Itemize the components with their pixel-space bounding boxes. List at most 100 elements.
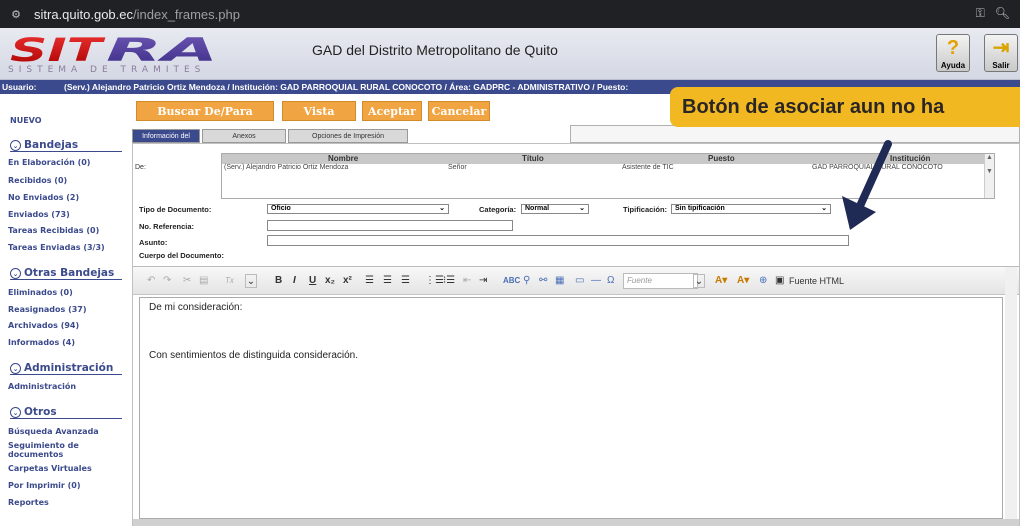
- table-scrollbar[interactable]: ▲ ▼: [984, 154, 994, 198]
- tipo-documento-label: Tipo de Documento:: [139, 205, 212, 214]
- cell-titulo: Señor: [448, 164, 467, 171]
- referencia-label: No. Referencia:: [139, 222, 195, 231]
- align-right-icon[interactable]: ☰: [401, 274, 410, 288]
- undo-icon[interactable]: ↶: [147, 274, 155, 288]
- sidebar-item-enviados[interactable]: Enviados (73): [8, 210, 128, 219]
- help-button[interactable]: ? Ayuda: [936, 34, 970, 72]
- zoom-icon[interactable]: 🔍︎: [995, 6, 1010, 21]
- sidebar-item-reportes[interactable]: Reportes: [8, 498, 128, 507]
- sidebar-item-seguimiento[interactable]: Seguimiento de documentos: [8, 441, 108, 459]
- table-icon[interactable]: ▭: [575, 274, 584, 288]
- sidebar-item-no-enviados[interactable]: No Enviados (2): [8, 193, 128, 202]
- document-tabs: Información del Docu Anexos Opciones de …: [132, 129, 572, 154]
- editor-line-closing: Con sentimientos de distinguida consider…: [149, 350, 359, 361]
- user-label: Usuario:: [2, 82, 37, 92]
- spellcheck-icon[interactable]: ABC: [503, 274, 520, 288]
- sidebar-item-recibidos[interactable]: Recibidos (0): [8, 176, 128, 185]
- horizontal-line-icon[interactable]: —: [591, 274, 601, 288]
- underline-icon[interactable]: U: [309, 274, 316, 288]
- aceptar-button[interactable]: Aceptar: [362, 101, 422, 121]
- rich-text-editor: ↶ ↷ ✂ ▤ Tx ⌄ B I U x₂ x² ☰ ☰ ☰ ⋮☰ ⁝☰ ⇤ ⇥…: [133, 266, 1019, 526]
- svg-text:RA: RA: [106, 34, 218, 64]
- source-icon[interactable]: ▣: [775, 274, 784, 288]
- editor-resize-bar[interactable]: [133, 519, 1019, 526]
- superscript-icon[interactable]: x²: [343, 274, 352, 288]
- svg-text:SIT: SIT: [10, 34, 106, 64]
- site-settings-icon[interactable]: ⚙: [8, 6, 24, 22]
- tipo-documento-select[interactable]: Oficio ⌄: [267, 204, 449, 214]
- source-html-button[interactable]: Fuente HTML: [789, 274, 844, 288]
- cut-icon[interactable]: ✂: [183, 274, 191, 288]
- align-left-icon[interactable]: ☰: [365, 274, 374, 288]
- sidebar-item-tareas-recibidas[interactable]: Tareas Recibidas (0): [8, 226, 128, 235]
- font-placeholder: Fuente: [627, 276, 652, 285]
- tab-opciones-impresion[interactable]: Opciones de Impresión: [288, 129, 408, 143]
- outdent-icon[interactable]: ⇤: [463, 274, 471, 288]
- page-title: GAD del Distrito Metropolitano de Quito: [312, 42, 558, 58]
- sidebar-item-en-elaboracion[interactable]: En Elaboración (0): [8, 158, 128, 167]
- new-document-link[interactable]: NUEVO: [10, 116, 42, 125]
- tipificacion-select[interactable]: Sin tipificación ⌄: [671, 204, 831, 214]
- sidebar-item-informados[interactable]: Informados (4): [8, 338, 128, 347]
- editor-line-greeting: De mi consideración:: [149, 302, 243, 313]
- tab-anexos[interactable]: Anexos: [202, 129, 286, 143]
- paste-icon[interactable]: ▤: [199, 274, 208, 288]
- editor-scrollbar[interactable]: [1005, 267, 1017, 519]
- tab-strip-filler: [570, 125, 1020, 143]
- font-dropdown-icon[interactable]: ⌄: [693, 274, 705, 288]
- bold-icon[interactable]: B: [275, 274, 282, 288]
- sidebar-item-administracion[interactable]: Administración: [8, 382, 128, 391]
- cancelar-button[interactable]: Cancelar: [428, 101, 490, 121]
- style-dropdown-icon[interactable]: ⌄: [245, 274, 257, 288]
- password-key-icon[interactable]: ⚿: [976, 6, 985, 21]
- replace-icon[interactable]: ⚯: [539, 274, 547, 288]
- text-color-icon[interactable]: A▾: [715, 274, 727, 288]
- pointer-arrow-icon: [840, 138, 900, 239]
- find-icon[interactable]: ⚲: [523, 274, 530, 288]
- bullet-list-icon[interactable]: ⁝☰: [443, 274, 455, 288]
- editor-body[interactable]: De mi consideración: Con sentimientos de…: [139, 297, 1003, 519]
- sidebar-item-carpetas[interactable]: Carpetas Virtuales: [8, 464, 128, 473]
- select-all-icon[interactable]: ▦: [555, 274, 564, 288]
- collapse-icon: ⌄: [10, 267, 21, 279]
- sidebar-item-por-imprimir[interactable]: Por Imprimir (0): [8, 481, 128, 490]
- redo-icon[interactable]: ↷: [163, 274, 171, 288]
- asunto-input[interactable]: [267, 235, 849, 246]
- section-bandejas[interactable]: ⌄ Bandejas: [10, 139, 122, 152]
- sidebar-item-eliminados[interactable]: Eliminados (0): [8, 288, 128, 297]
- tab-informacion[interactable]: Información del Docu: [132, 129, 200, 154]
- categoria-value: Normal: [525, 205, 550, 212]
- url-path[interactable]: /index_frames.php: [133, 7, 240, 22]
- bg-color-icon[interactable]: A▾: [737, 274, 749, 288]
- collapse-icon: ⌄: [10, 362, 21, 374]
- buscar-de-para-button[interactable]: Buscar De/Para: [136, 101, 274, 121]
- url-host[interactable]: sitra.quito.gob.ec: [34, 7, 133, 22]
- italic-icon[interactable]: I: [293, 274, 296, 288]
- cuerpo-label: Cuerpo del Documento:: [139, 251, 225, 260]
- section-otras-bandejas[interactable]: ⌄ Otras Bandejas: [10, 267, 122, 280]
- tutorial-banner: Botón de asociar aun no ha: [670, 87, 1020, 127]
- collapse-icon: ⌄: [10, 406, 21, 418]
- text-style-icon[interactable]: Tx: [225, 274, 234, 288]
- exit-button[interactable]: ⇥ Salir: [984, 34, 1018, 72]
- section-title: Otros: [24, 406, 57, 418]
- sidebar: NUEVO ⌄ Bandejas En Elaboración (0) Recib…: [0, 94, 130, 526]
- indent-icon[interactable]: ⇥: [479, 274, 487, 288]
- categoria-select[interactable]: Normal ⌄: [521, 204, 589, 214]
- sidebar-item-reasignados[interactable]: Reasignados (37): [8, 305, 128, 314]
- sidebar-item-busqueda[interactable]: Búsqueda Avanzada: [8, 427, 128, 436]
- editor-toolbar: ↶ ↷ ✂ ▤ Tx ⌄ B I U x₂ x² ☰ ☰ ☰ ⋮☰ ⁝☰ ⇤ ⇥…: [133, 267, 1019, 295]
- numbered-list-icon[interactable]: ⋮☰: [425, 274, 444, 288]
- section-administracion[interactable]: ⌄ Administración: [10, 362, 122, 375]
- font-select[interactable]: Fuente: [623, 273, 698, 289]
- special-char-icon[interactable]: Ω: [607, 274, 614, 288]
- section-otros[interactable]: ⌄ Otros: [10, 406, 122, 419]
- link-icon[interactable]: ⊕: [759, 274, 767, 288]
- sidebar-item-archivados[interactable]: Archivados (94): [8, 321, 128, 330]
- align-center-icon[interactable]: ☰: [383, 274, 392, 288]
- vista-previa-button[interactable]: Vista Previa: [282, 101, 356, 138]
- subscript-icon[interactable]: x₂: [325, 274, 335, 288]
- sidebar-item-tareas-enviadas[interactable]: Tareas Enviadas (3/3): [8, 243, 128, 252]
- cell-nombre: (Serv.) Alejandro Patricio Ortiz Mendoza: [224, 164, 349, 171]
- referencia-input[interactable]: [267, 220, 513, 231]
